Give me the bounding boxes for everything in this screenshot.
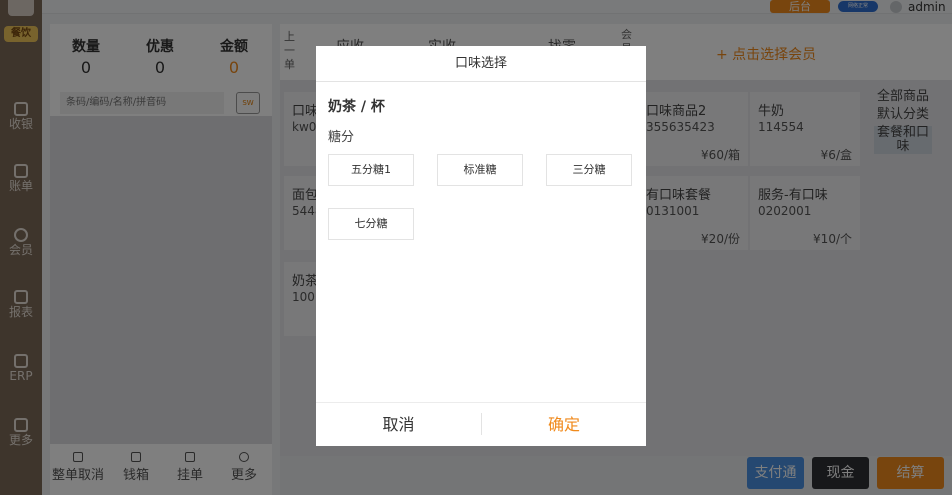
dialog-title: 口味选择 [316, 46, 646, 82]
flavor-dialog: 口味选择 奶茶 / 杯 糖分 五分糖1 标准糖 三分糖 七分糖 取消 确定 [316, 46, 646, 446]
flavor-option[interactable]: 五分糖1 [328, 154, 414, 186]
dialog-cancel-button[interactable]: 取消 [316, 403, 481, 447]
flavor-option[interactable]: 三分糖 [546, 154, 632, 186]
dialog-product-name: 奶茶 / 杯 [328, 99, 385, 115]
dialog-group-label: 糖分 [328, 130, 355, 145]
dialog-confirm-button[interactable]: 确定 [482, 403, 646, 447]
flavor-option[interactable]: 七分糖 [328, 208, 414, 240]
flavor-option[interactable]: 标准糖 [437, 154, 523, 186]
dialog-footer: 取消 确定 [316, 402, 646, 446]
